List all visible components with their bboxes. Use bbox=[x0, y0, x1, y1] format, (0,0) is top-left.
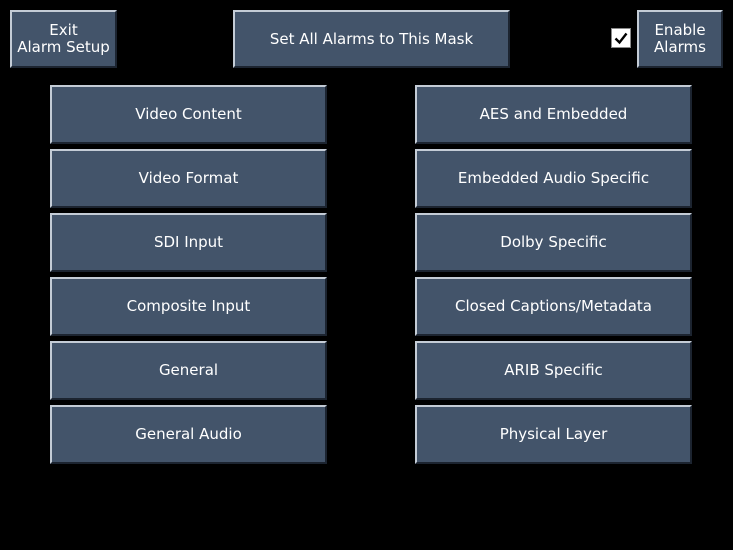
category-label: AES and Embedded bbox=[479, 105, 628, 123]
checkmark-icon bbox=[614, 32, 628, 45]
category-label: Video Content bbox=[135, 105, 242, 123]
category-label: Closed Captions/Metadata bbox=[455, 297, 652, 315]
category-button-video-format[interactable]: Video Format bbox=[50, 149, 327, 208]
exit-button-label-line1: Exit bbox=[49, 21, 78, 39]
set-all-alarms-label: Set All Alarms to This Mask bbox=[269, 29, 474, 48]
category-label: Physical Layer bbox=[499, 425, 608, 443]
category-button-video-content[interactable]: Video Content bbox=[50, 85, 327, 144]
category-button-general-audio[interactable]: General Audio bbox=[50, 405, 327, 464]
exit-button-label-line2: Alarm Setup bbox=[17, 38, 110, 56]
category-label: ARIB Specific bbox=[504, 361, 603, 379]
category-button-aes-and-embedded[interactable]: AES and Embedded bbox=[415, 85, 692, 144]
category-label: General bbox=[158, 361, 219, 379]
category-button-physical-layer[interactable]: Physical Layer bbox=[415, 405, 692, 464]
alarm-setup-screen: Exit Alarm Setup Set All Alarms to This … bbox=[0, 0, 733, 550]
enable-button-label-line1: Enable bbox=[654, 21, 706, 39]
category-button-closed-captions-metadata[interactable]: Closed Captions/Metadata bbox=[415, 277, 692, 336]
enable-alarms-button[interactable]: Enable Alarms bbox=[637, 10, 723, 68]
enable-button-label-line2: Alarms bbox=[654, 38, 706, 56]
category-button-composite-input[interactable]: Composite Input bbox=[50, 277, 327, 336]
exit-alarm-setup-button[interactable]: Exit Alarm Setup bbox=[10, 10, 117, 68]
category-button-embedded-audio-specific[interactable]: Embedded Audio Specific bbox=[415, 149, 692, 208]
set-all-alarms-button[interactable]: Set All Alarms to This Mask bbox=[233, 10, 510, 68]
category-label: Embedded Audio Specific bbox=[457, 169, 650, 187]
category-label: Video Format bbox=[138, 169, 239, 187]
category-button-dolby-specific[interactable]: Dolby Specific bbox=[415, 213, 692, 272]
category-button-sdi-input[interactable]: SDI Input bbox=[50, 213, 327, 272]
category-label: General Audio bbox=[135, 425, 242, 443]
category-label: SDI Input bbox=[153, 233, 224, 251]
category-label: Dolby Specific bbox=[500, 233, 607, 251]
category-button-general[interactable]: General bbox=[50, 341, 327, 400]
category-label: Composite Input bbox=[126, 297, 251, 315]
enable-alarms-checkbox[interactable] bbox=[611, 28, 631, 48]
category-button-arib-specific[interactable]: ARIB Specific bbox=[415, 341, 692, 400]
